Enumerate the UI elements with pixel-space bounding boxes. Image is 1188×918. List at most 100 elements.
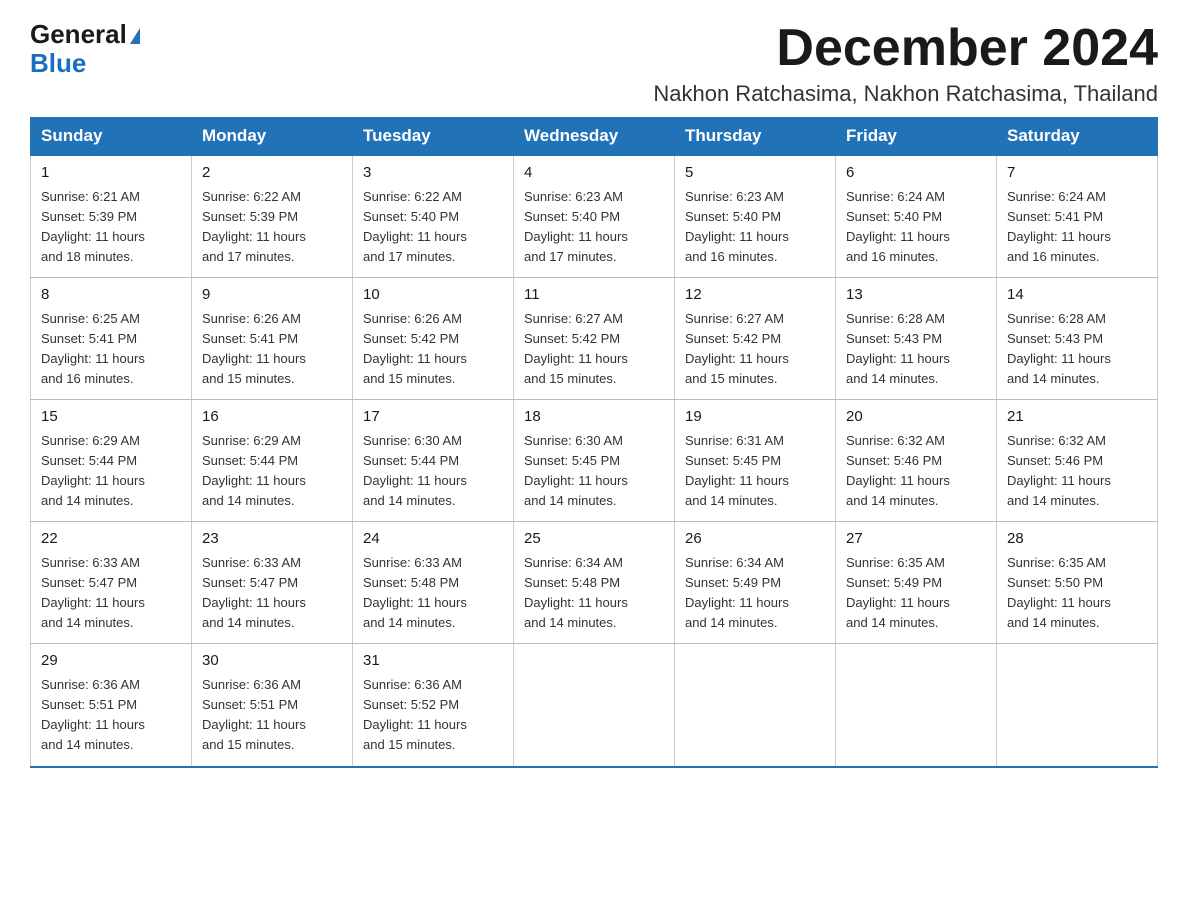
day-cell: 19 Sunrise: 6:31 AMSunset: 5:45 PMDayligh… [675, 400, 836, 522]
day-cell: 8 Sunrise: 6:25 AMSunset: 5:41 PMDaylight… [31, 278, 192, 400]
week-row-4: 22 Sunrise: 6:33 AMSunset: 5:47 PMDayligh… [31, 522, 1158, 644]
header-sunday: Sunday [31, 118, 192, 156]
day-info: Sunrise: 6:28 AMSunset: 5:43 PMDaylight:… [846, 311, 950, 386]
day-number: 22 [41, 528, 181, 551]
day-cell: 2Sunrise: 6:22 AMSunset: 5:39 PMDaylight… [192, 155, 353, 278]
day-info: Sunrise: 6:34 AMSunset: 5:49 PMDaylight:… [685, 555, 789, 630]
day-info: Sunrise: 6:29 AMSunset: 5:44 PMDaylight:… [41, 433, 145, 508]
day-info: Sunrise: 6:33 AMSunset: 5:47 PMDaylight:… [202, 555, 306, 630]
day-cell [836, 644, 997, 767]
day-info: Sunrise: 6:26 AMSunset: 5:42 PMDaylight:… [363, 311, 467, 386]
day-cell: 18 Sunrise: 6:30 AMSunset: 5:45 PMDayligh… [514, 400, 675, 522]
day-cell: 4Sunrise: 6:23 AMSunset: 5:40 PMDaylight… [514, 155, 675, 278]
day-cell: 20Sunrise: 6:32 AMSunset: 5:46 PMDayligh… [836, 400, 997, 522]
day-info: Sunrise: 6:33 AMSunset: 5:47 PMDaylight:… [41, 555, 145, 630]
day-number: 6 [846, 162, 986, 185]
day-cell [675, 644, 836, 767]
page-header: General Blue December 2024 Nakhon Ratcha… [30, 20, 1158, 107]
day-number: 17 [363, 406, 503, 429]
day-info: Sunrise: 6:35 AMSunset: 5:49 PMDaylight:… [846, 555, 950, 630]
day-cell: 23 Sunrise: 6:33 AMSunset: 5:47 PMDayligh… [192, 522, 353, 644]
day-cell: 1Sunrise: 6:21 AMSunset: 5:39 PMDaylight… [31, 155, 192, 278]
day-cell: 29 Sunrise: 6:36 AMSunset: 5:51 PMDayligh… [31, 644, 192, 767]
logo-general: General [30, 19, 127, 49]
day-number: 9 [202, 284, 342, 307]
location-subtitle: Nakhon Ratchasima, Nakhon Ratchasima, Th… [653, 81, 1158, 107]
title-block: December 2024 Nakhon Ratchasima, Nakhon … [653, 20, 1158, 107]
day-info: Sunrise: 6:36 AMSunset: 5:52 PMDaylight:… [363, 677, 467, 752]
logo-blue: Blue [30, 48, 86, 78]
day-cell [997, 644, 1158, 767]
week-row-3: 15Sunrise: 6:29 AMSunset: 5:44 PMDayligh… [31, 400, 1158, 522]
day-number: 7 [1007, 162, 1147, 185]
day-cell: 11 Sunrise: 6:27 AMSunset: 5:42 PMDayligh… [514, 278, 675, 400]
day-cell: 17Sunrise: 6:30 AMSunset: 5:44 PMDayligh… [353, 400, 514, 522]
day-cell: 27Sunrise: 6:35 AMSunset: 5:49 PMDayligh… [836, 522, 997, 644]
day-info: Sunrise: 6:27 AMSunset: 5:42 PMDaylight:… [524, 311, 628, 386]
day-number: 21 [1007, 406, 1147, 429]
day-info: Sunrise: 6:36 AMSunset: 5:51 PMDaylight:… [202, 677, 306, 752]
day-number: 13 [846, 284, 986, 307]
day-info: Sunrise: 6:33 AMSunset: 5:48 PMDaylight:… [363, 555, 467, 630]
header-monday: Monday [192, 118, 353, 156]
day-cell: 15Sunrise: 6:29 AMSunset: 5:44 PMDayligh… [31, 400, 192, 522]
day-info: Sunrise: 6:24 AMSunset: 5:41 PMDaylight:… [1007, 189, 1111, 264]
day-number: 31 [363, 650, 503, 673]
day-cell [514, 644, 675, 767]
day-cell: 24 Sunrise: 6:33 AMSunset: 5:48 PMDayligh… [353, 522, 514, 644]
day-cell: 26 Sunrise: 6:34 AMSunset: 5:49 PMDayligh… [675, 522, 836, 644]
day-info: Sunrise: 6:22 AMSunset: 5:40 PMDaylight:… [363, 189, 467, 264]
header-thursday: Thursday [675, 118, 836, 156]
week-row-2: 8 Sunrise: 6:25 AMSunset: 5:41 PMDaylight… [31, 278, 1158, 400]
header-row: SundayMondayTuesdayWednesdayThursdayFrid… [31, 118, 1158, 156]
week-row-5: 29 Sunrise: 6:36 AMSunset: 5:51 PMDayligh… [31, 644, 1158, 767]
week-row-1: 1Sunrise: 6:21 AMSunset: 5:39 PMDaylight… [31, 155, 1158, 278]
day-cell: 16Sunrise: 6:29 AMSunset: 5:44 PMDayligh… [192, 400, 353, 522]
day-cell: 5 Sunrise: 6:23 AMSunset: 5:40 PMDaylight… [675, 155, 836, 278]
day-number: 29 [41, 650, 181, 673]
day-cell: 13 Sunrise: 6:28 AMSunset: 5:43 PMDayligh… [836, 278, 997, 400]
day-number: 4 [524, 162, 664, 185]
day-number: 19 [685, 406, 825, 429]
day-info: Sunrise: 6:36 AMSunset: 5:51 PMDaylight:… [41, 677, 145, 752]
day-number: 30 [202, 650, 342, 673]
day-cell: 31 Sunrise: 6:36 AMSunset: 5:52 PMDayligh… [353, 644, 514, 767]
day-info: Sunrise: 6:35 AMSunset: 5:50 PMDaylight:… [1007, 555, 1111, 630]
day-info: Sunrise: 6:25 AMSunset: 5:41 PMDaylight:… [41, 311, 145, 386]
day-cell: 10Sunrise: 6:26 AMSunset: 5:42 PMDayligh… [353, 278, 514, 400]
day-info: Sunrise: 6:31 AMSunset: 5:45 PMDaylight:… [685, 433, 789, 508]
day-number: 3 [363, 162, 503, 185]
day-number: 16 [202, 406, 342, 429]
day-number: 24 [363, 528, 503, 551]
day-number: 18 [524, 406, 664, 429]
day-cell: 30 Sunrise: 6:36 AMSunset: 5:51 PMDayligh… [192, 644, 353, 767]
day-info: Sunrise: 6:23 AMSunset: 5:40 PMDaylight:… [685, 189, 789, 264]
day-number: 11 [524, 284, 664, 307]
day-cell: 25 Sunrise: 6:34 AMSunset: 5:48 PMDayligh… [514, 522, 675, 644]
header-friday: Friday [836, 118, 997, 156]
day-number: 14 [1007, 284, 1147, 307]
day-number: 1 [41, 162, 181, 185]
day-cell: 12Sunrise: 6:27 AMSunset: 5:42 PMDayligh… [675, 278, 836, 400]
calendar-table: SundayMondayTuesdayWednesdayThursdayFrid… [30, 117, 1158, 767]
day-info: Sunrise: 6:26 AMSunset: 5:41 PMDaylight:… [202, 311, 306, 386]
day-cell: 7 Sunrise: 6:24 AMSunset: 5:41 PMDaylight… [997, 155, 1158, 278]
day-number: 23 [202, 528, 342, 551]
day-number: 20 [846, 406, 986, 429]
day-cell: 9 Sunrise: 6:26 AMSunset: 5:41 PMDaylight… [192, 278, 353, 400]
day-cell: 22 Sunrise: 6:33 AMSunset: 5:47 PMDayligh… [31, 522, 192, 644]
day-number: 12 [685, 284, 825, 307]
day-number: 5 [685, 162, 825, 185]
logo: General Blue [30, 20, 140, 77]
day-number: 26 [685, 528, 825, 551]
day-cell: 3 Sunrise: 6:22 AMSunset: 5:40 PMDaylight… [353, 155, 514, 278]
header-saturday: Saturday [997, 118, 1158, 156]
day-info: Sunrise: 6:24 AMSunset: 5:40 PMDaylight:… [846, 189, 950, 264]
day-number: 8 [41, 284, 181, 307]
header-wednesday: Wednesday [514, 118, 675, 156]
day-number: 25 [524, 528, 664, 551]
day-info: Sunrise: 6:34 AMSunset: 5:48 PMDaylight:… [524, 555, 628, 630]
day-info: Sunrise: 6:30 AMSunset: 5:45 PMDaylight:… [524, 433, 628, 508]
day-info: Sunrise: 6:28 AMSunset: 5:43 PMDaylight:… [1007, 311, 1111, 386]
day-info: Sunrise: 6:32 AMSunset: 5:46 PMDaylight:… [1007, 433, 1111, 508]
